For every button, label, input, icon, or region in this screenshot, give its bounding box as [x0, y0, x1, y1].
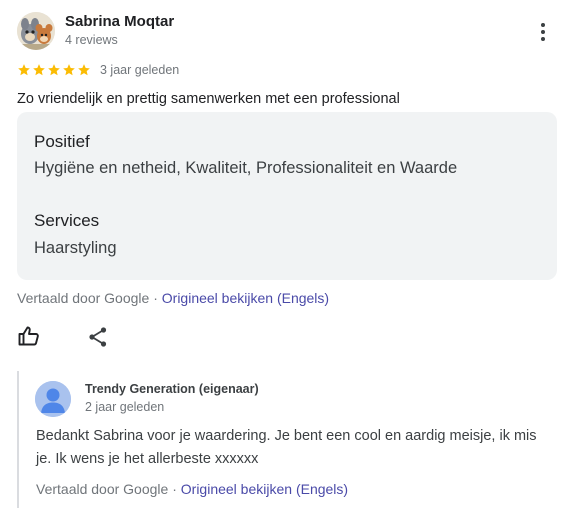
star-icon — [78, 64, 90, 76]
like-button[interactable] — [17, 324, 41, 348]
reply-time: 2 jaar geleden — [85, 400, 165, 414]
review-attributes-box: Positief Hygiëne en netheid, Kwaliteit, … — [17, 112, 557, 280]
attribute-heading-positive: Positief — [34, 132, 90, 151]
review-text: Zo vriendelijk en prettig samenwerken me… — [17, 91, 400, 107]
more-options-button[interactable] — [531, 20, 555, 44]
person-icon — [35, 381, 71, 417]
attribute-heading-services: Services — [34, 211, 100, 230]
review-time: 3 jaar geleden — [100, 63, 180, 77]
reviewer-review-count[interactable]: 4 reviews — [65, 33, 118, 47]
owner-avatar — [35, 381, 71, 417]
more-vertical-icon-dot — [541, 37, 545, 41]
translated-by-label: Vertaald door Google · — [17, 290, 162, 306]
attribute-value-positive: Hygiëne en netheid, Kwaliteit, Professio… — [34, 159, 458, 177]
view-original-link[interactable]: Origineel bekijken (Engels) — [162, 290, 329, 306]
star-rating — [17, 63, 91, 77]
more-vertical-icon-dot — [541, 30, 545, 34]
star-icon — [63, 64, 75, 76]
reply-divider — [17, 371, 19, 508]
star-icon — [18, 64, 30, 76]
star-icon — [48, 64, 60, 76]
reviewer-name[interactable]: Sabrina Moqtar — [65, 13, 174, 30]
owner-name: Trendy Generation (eigenaar) — [85, 382, 259, 396]
view-original-link[interactable]: Origineel bekijken (Engels) — [181, 481, 348, 497]
star-icon — [33, 64, 45, 76]
reply-translation-note: Vertaald door Google · Origineel bekijke… — [36, 481, 348, 497]
thumbs-up-icon — [18, 326, 39, 346]
reviewer-avatar[interactable] — [17, 12, 55, 50]
cartoon-avatar-icon — [17, 12, 55, 50]
attribute-value-services: Haarstyling — [34, 239, 117, 257]
share-button[interactable] — [86, 325, 110, 349]
reply-text: Bedankt Sabrina voor je waardering. Je b… — [36, 428, 537, 467]
rating-row: 3 jaar geleden — [17, 61, 179, 79]
share-icon — [89, 327, 107, 347]
more-vertical-icon — [541, 23, 545, 27]
translated-by-label: Vertaald door Google · — [36, 481, 181, 497]
review-translation-note: Vertaald door Google · Origineel bekijke… — [17, 290, 329, 306]
